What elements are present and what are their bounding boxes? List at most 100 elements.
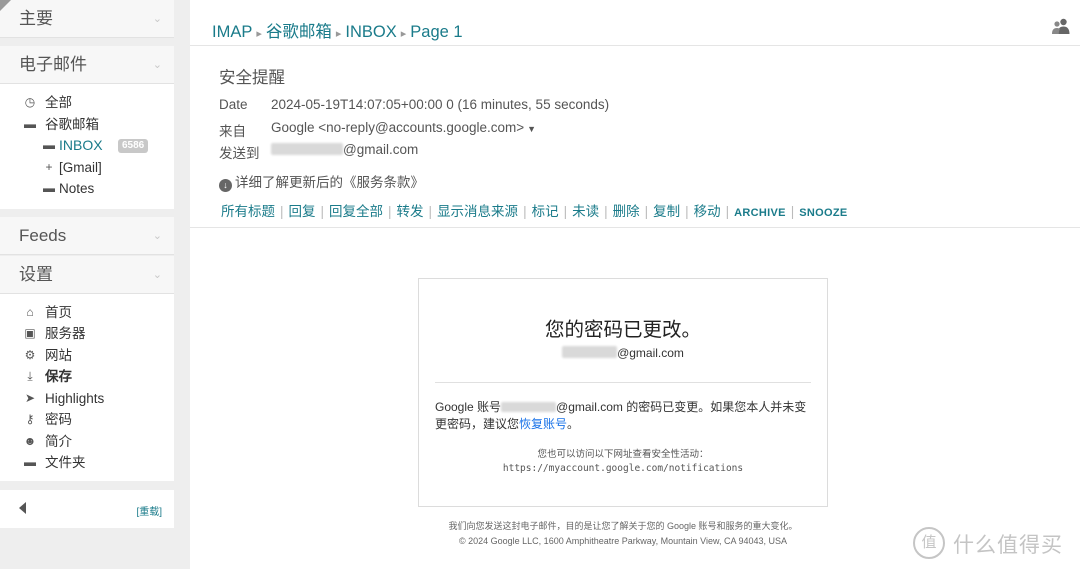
sidebar-header-settings[interactable]: 设置 ⌄	[0, 255, 174, 294]
sidebar-item-label: INBOX	[59, 137, 103, 153]
chevron-down-icon: ⌄	[152, 59, 162, 71]
download-circle-icon: ↓	[219, 179, 232, 192]
email-message: Google 账号 @gmail.com 的密码已变更。如果您本人并未变更密码，建…	[435, 399, 815, 432]
sidebar-item-label: 简介	[45, 433, 72, 449]
chevron-down-icon: ⌄	[152, 268, 162, 281]
action-separator: |	[644, 204, 649, 219]
watermark-logo-icon	[913, 527, 945, 559]
action-move[interactable]: 移动	[694, 200, 721, 220]
settings-list: ⌂ 首页 ▣ 服务器 ⚙ 网站 ⤓ 保存 ➤ Highlights ⚷ 密码 ☻…	[0, 293, 174, 481]
corner-marker	[0, 0, 11, 11]
action-separator: |	[320, 204, 325, 219]
user-icon: ☻	[23, 433, 37, 448]
sidebar-item-label: 网站	[45, 347, 72, 363]
sidebar-item-label: 全部	[45, 95, 72, 110]
recover-account-link[interactable]: 恢复账号	[519, 417, 567, 431]
sidebar-item-label: 保存	[45, 369, 72, 384]
message-to-row: 发送到 @gmail.com	[219, 137, 1059, 161]
sidebar-item-gmail-account[interactable]: ▬ 谷歌邮箱	[0, 114, 174, 136]
tags-icon: ➤	[24, 390, 36, 405]
breadcrumb-separator-icon: ▸	[335, 28, 342, 40]
email-divider	[435, 382, 811, 383]
action-reply-all[interactable]: 回复全部	[329, 200, 383, 220]
sidebar-item-label: 首页	[45, 304, 72, 320]
message-subject: 安全提醒	[219, 69, 285, 87]
sidebar-item-inbox[interactable]: ▬ INBOX 6586	[0, 135, 174, 157]
sidebar-item-site[interactable]: ⚙ 网站	[0, 345, 174, 367]
folder-icon: ▬	[24, 455, 36, 469]
sidebar-item-server[interactable]: ▣ 服务器	[0, 323, 174, 345]
spacer	[0, 208, 174, 217]
mail-folder-list: ◷ 全部 ▬ 谷歌邮箱 ▬ INBOX 6586 + [Gmail] ▬ Not…	[0, 84, 174, 209]
collapse-sidebar-icon[interactable]	[19, 501, 26, 514]
redacted-address	[271, 143, 343, 155]
sidebar-item-save[interactable]: ⤓ 保存	[0, 366, 174, 388]
sidebar-item-profile[interactable]: ☻ 简介	[0, 431, 174, 453]
users-icon[interactable]	[1052, 17, 1070, 35]
redacted-address	[562, 346, 618, 358]
reload-link[interactable]: [重载]	[136, 503, 162, 518]
sidebar-item-label: 服务器	[45, 326, 86, 341]
footer-line-1: 我们向您发送这封电子邮件，目的是让您了解关于您的 Google 账号和服务的重大…	[448, 521, 798, 531]
breadcrumb-account[interactable]: 谷歌邮箱	[266, 23, 332, 41]
main-panel: IMAP ▸ 谷歌邮箱 ▸ INBOX ▸ Page 1 安全提醒 Date 2024-05…	[190, 0, 1080, 569]
email-body-card: 您的密码已更改。 @gmail.com Google 账号 @gmail.com …	[418, 278, 828, 507]
sidebar-item-notes[interactable]: ▬ Notes	[0, 178, 174, 200]
action-unread[interactable]: 未读	[572, 200, 599, 220]
action-delete[interactable]: 删除	[613, 200, 640, 220]
action-snooze[interactable]: SNOOZE	[799, 207, 847, 219]
breadcrumb-imap[interactable]: IMAP	[212, 23, 252, 41]
sidebar-header-mail[interactable]: 电子邮件 ⌄	[0, 46, 174, 84]
to-label: 发送到	[219, 146, 260, 161]
breadcrumb-separator-icon: ▸	[400, 28, 407, 40]
action-separator: |	[428, 204, 433, 219]
action-forward[interactable]: 转发	[397, 200, 424, 220]
plus-icon[interactable]: +	[42, 157, 56, 179]
key-icon: ⚷	[25, 412, 35, 426]
sidebar-item-highlights[interactable]: ➤ Highlights	[0, 388, 174, 410]
folder-icon: ▬	[43, 181, 55, 195]
sidebar-item-label: 谷歌邮箱	[45, 116, 99, 132]
terms-notice[interactable]: ↓ 详细了解更新后的《服务条款》	[219, 171, 424, 192]
sidebar-item-password[interactable]: ⚷ 密码	[0, 409, 174, 431]
sidebar-item-gmail-folder[interactable]: + [Gmail]	[0, 157, 174, 179]
action-flag[interactable]: 标记	[532, 200, 559, 220]
sidebar-header-label: 电子邮件	[19, 55, 87, 74]
email-body-suffix: 。	[567, 416, 580, 431]
action-all-headers[interactable]: 所有标题	[221, 200, 275, 220]
to-value: @gmail.com	[343, 142, 419, 157]
sidebar-header-main[interactable]: 主要 ⌄	[0, 0, 174, 38]
sidebar-item-label: Notes	[59, 181, 95, 196]
action-reply[interactable]: 回复	[289, 200, 316, 220]
email-account-domain: @gmail.com	[617, 346, 684, 360]
action-archive[interactable]: ARCHIVE	[734, 207, 786, 219]
watermark-text: 什么值得买	[953, 534, 1063, 557]
action-separator: |	[685, 204, 689, 219]
security-note-text: 您也可以访问以下网址查看安全性活动：	[537, 449, 709, 460]
sidebar-header-label: Feeds	[19, 225, 67, 245]
action-separator: |	[563, 204, 568, 219]
sidebar-header-feeds[interactable]: Feeds ⌄	[0, 216, 174, 255]
from-value: Google <no-reply@accounts.google.com>	[271, 119, 525, 135]
email-account: @gmail.com	[419, 346, 827, 360]
breadcrumb: IMAP ▸ 谷歌邮箱 ▸ INBOX ▸ Page 1	[212, 18, 463, 42]
spacer	[0, 480, 174, 490]
action-view-source[interactable]: 显示消息来源	[437, 200, 518, 220]
footer-line-2: © 2024 Google LLC, 1600 Amphitheatre Par…	[459, 536, 787, 546]
sidebar-item-label: 文件夹	[45, 455, 86, 470]
action-copy[interactable]: 复制	[653, 200, 680, 220]
security-note-url[interactable]: https://myaccount.google.com/notificatio…	[419, 462, 827, 476]
header-divider	[190, 227, 1080, 228]
breadcrumb-separator-icon: ▸	[256, 28, 262, 40]
from-value-wrap[interactable]: Google <no-reply@accounts.google.com> ▼	[271, 120, 536, 135]
folder-icon: ▬	[43, 138, 55, 152]
sidebar-header-label: 设置	[19, 264, 53, 284]
sidebar-item-folders[interactable]: ▬ 文件夹	[0, 452, 174, 474]
action-separator: |	[604, 204, 608, 219]
breadcrumb-inbox[interactable]: INBOX	[345, 23, 396, 41]
caret-down-icon[interactable]: ▼	[527, 124, 536, 134]
sidebar-item-home[interactable]: ⌂ 首页	[0, 302, 174, 324]
security-activity-note: 您也可以访问以下网址查看安全性活动： https://myaccount.goo…	[419, 448, 827, 476]
breadcrumb-page[interactable]: Page 1	[410, 23, 462, 41]
sidebar-item-all[interactable]: ◷ 全部	[0, 92, 174, 114]
